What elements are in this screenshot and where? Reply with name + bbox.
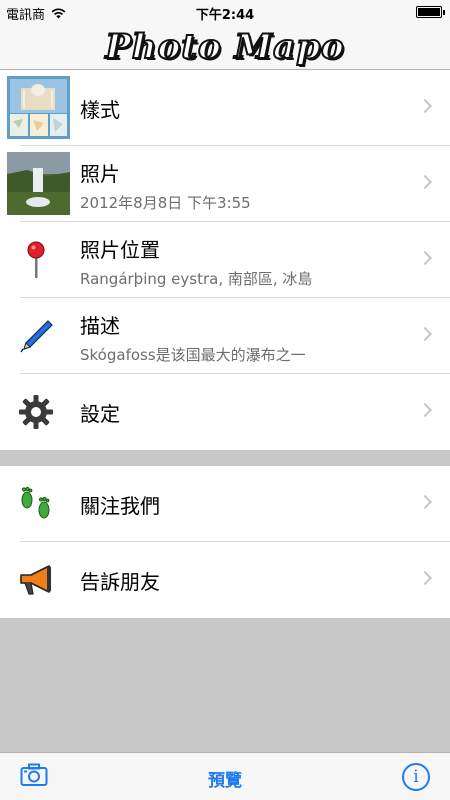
row-settings-title: 設定 [80,402,120,426]
photo-thumbnail [7,152,70,215]
map-pin-icon [14,240,58,280]
row-description-title: 描述 [80,314,120,338]
row-description[interactable]: 描述 Skógafoss是该国最大的瀑布之一 [0,298,450,374]
row-follow-us[interactable]: 關注我們 [0,466,450,542]
settings-section-main: 樣式 照片 2012年8月8日 下午3:55 照片位置 Rangárþing e… [0,70,450,450]
row-description-value: Skógafoss是该国最大的瀑布之一 [80,346,306,364]
bottom-toolbar: 預覽 i [0,752,450,800]
row-tell-friends-title: 告訴朋友 [80,570,160,594]
row-follow-us-title: 關注我們 [80,494,160,518]
row-photo-location[interactable]: 照片位置 Rangárþing eystra, 南部區, 冰島 [0,222,450,298]
row-photo-location-value: Rangárþing eystra, 南部區, 冰島 [80,270,313,288]
row-style[interactable]: 樣式 [0,70,450,146]
row-photo-location-title: 照片位置 [80,238,160,262]
nav-header: Photo Mapo [0,24,450,70]
row-photo-date: 2012年8月8日 下午3:55 [80,194,251,212]
chevron-right-icon [417,494,433,510]
preview-button[interactable]: 預覽 [0,766,450,791]
chevron-right-icon [417,98,433,114]
battery-icon [416,6,445,18]
chevron-right-icon [417,402,433,418]
chevron-right-icon [417,250,433,266]
style-thumbnail [7,76,70,139]
gear-icon [14,392,58,432]
info-button[interactable]: i [402,763,430,791]
row-style-title: 樣式 [80,98,120,122]
footprints-icon [14,484,58,524]
pen-icon [14,316,58,356]
settings-section-social: 關注我們 告訴朋友 [0,466,450,618]
chevron-right-icon [417,174,433,190]
row-settings[interactable]: 設定 [0,374,450,450]
status-time: 下午2:44 [195,8,255,23]
megaphone-icon [14,560,58,600]
app-logo: Photo Mapo [104,26,345,68]
chevron-right-icon [417,570,433,586]
row-tell-friends[interactable]: 告訴朋友 [0,542,450,618]
status-bar: 電訊商 下午2:44 [0,0,450,24]
row-photo-title: 照片 [80,162,120,186]
row-photo[interactable]: 照片 2012年8月8日 下午3:55 [0,146,450,222]
chevron-right-icon [417,326,433,342]
